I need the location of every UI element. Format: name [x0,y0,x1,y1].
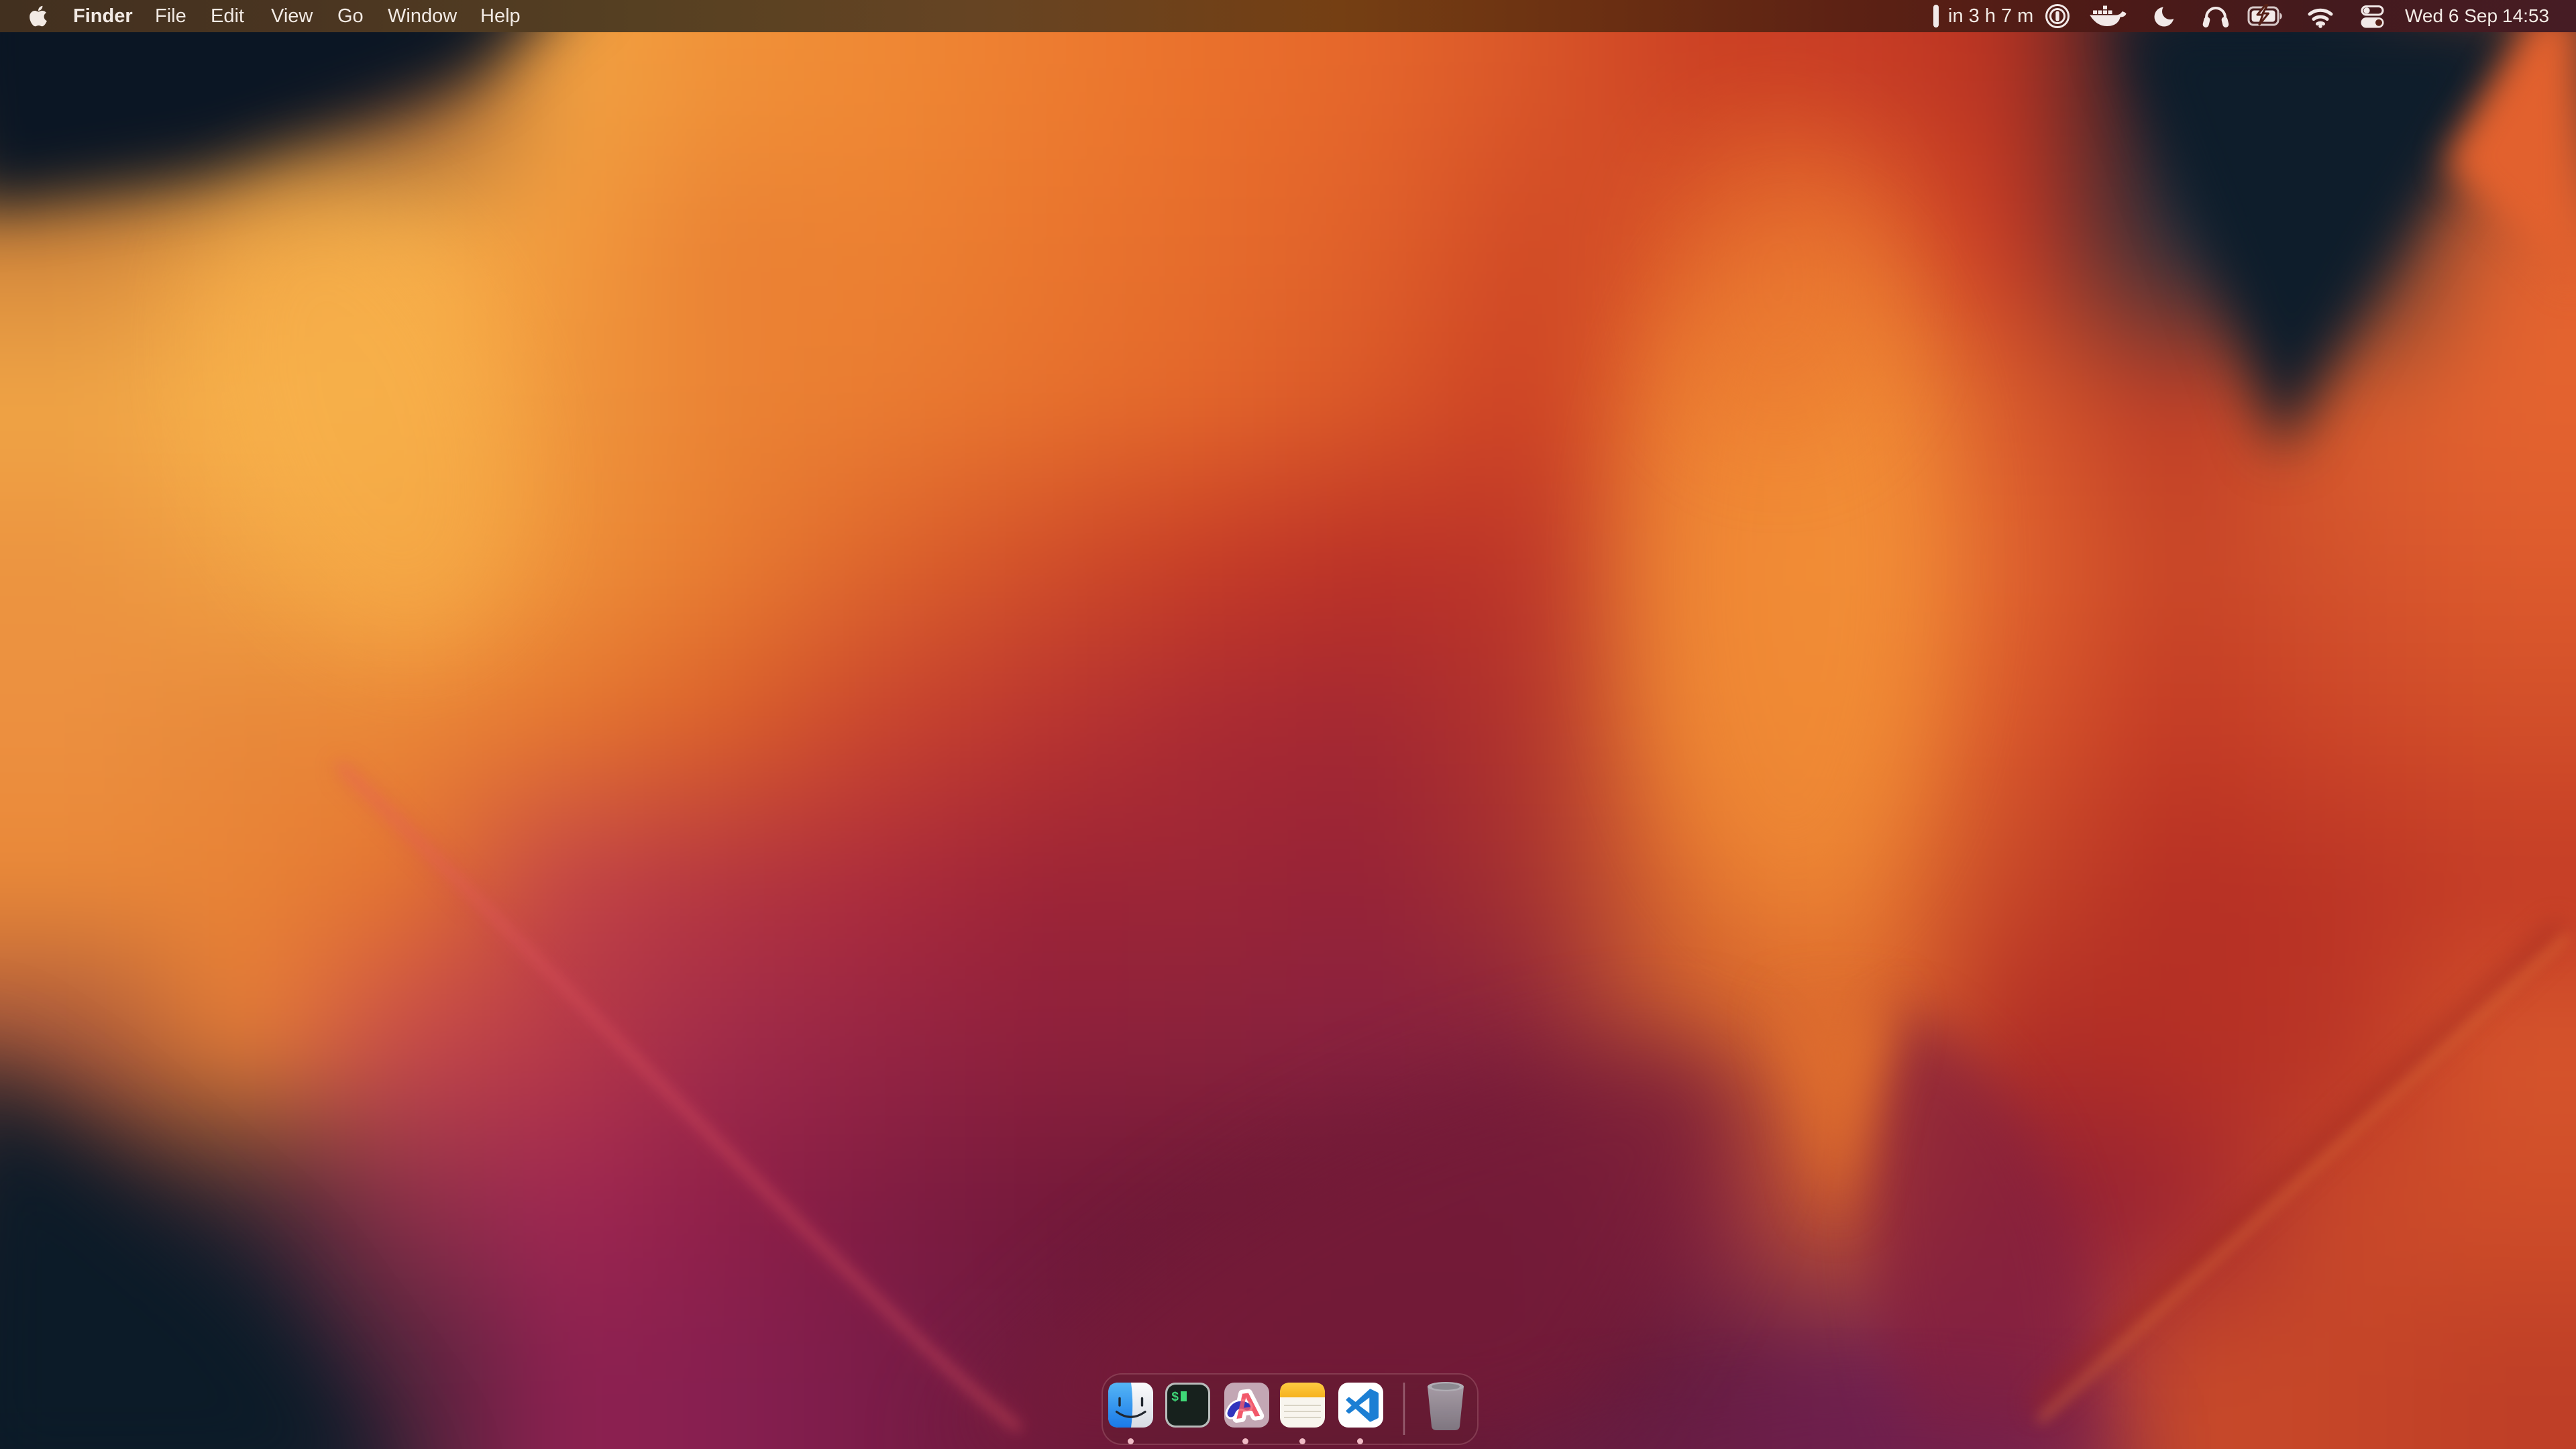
svg-text:$: $ [1171,1390,1179,1405]
svg-text:A: A [1232,1385,1262,1427]
